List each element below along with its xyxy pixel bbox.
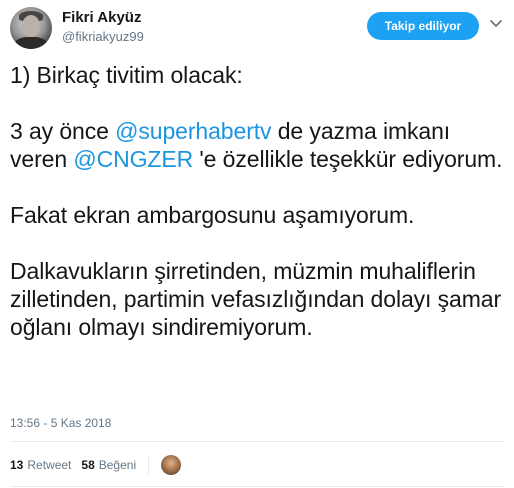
mention-link-cngzer[interactable]: @CNGZER: [73, 146, 193, 172]
divider: [10, 486, 504, 487]
author-avatar[interactable]: [10, 7, 52, 49]
tweet-paragraph-ambargo: Fakat ekran ambargosunu aşamıyorum.: [10, 202, 415, 228]
retweet-label: Retweet: [27, 458, 72, 472]
author-name[interactable]: Fikri Akyüz: [62, 9, 141, 26]
like-stat[interactable]: 58 Beğeni: [81, 458, 136, 472]
like-label: Beğeni: [98, 458, 137, 472]
tweet-timestamp[interactable]: 13:56 - 5 Kas 2018: [10, 416, 111, 430]
tweet-paragraph-thanks: 3 ay önce @superhabertv de yazma imkanı …: [10, 117, 504, 173]
chevron-down-icon[interactable]: [489, 17, 503, 31]
tweet-text-segment: 'e özellikle teşekkür ediyorum.: [193, 146, 503, 172]
tweet-text: 1) Birkaç tivitim olacak: 3 ay önce @sup…: [10, 61, 504, 341]
tweet-text-segment: 3 ay önce: [10, 118, 116, 144]
tweet-stats: 13 Retweet 58 Beğeni: [10, 453, 182, 477]
following-button[interactable]: Takip ediliyor: [367, 12, 479, 40]
tweet-paragraph-complaint: Dalkavukların şirretinden, müzmin muhali…: [10, 258, 502, 340]
author-handle[interactable]: @fikriakyuz99: [62, 29, 144, 44]
avatar-face: [22, 15, 40, 37]
liker-avatar[interactable]: [161, 455, 182, 475]
like-count: 58: [81, 458, 95, 472]
retweet-count: 13: [10, 458, 24, 472]
retweet-stat[interactable]: 13 Retweet: [10, 458, 71, 472]
divider: [10, 441, 504, 442]
avatar-body: [14, 37, 48, 49]
mention-link-superhabertv[interactable]: @superhabertv: [115, 118, 271, 144]
tweet-line-1: 1) Birkaç tivitim olacak:: [10, 62, 243, 88]
stats-separator: [148, 455, 150, 475]
